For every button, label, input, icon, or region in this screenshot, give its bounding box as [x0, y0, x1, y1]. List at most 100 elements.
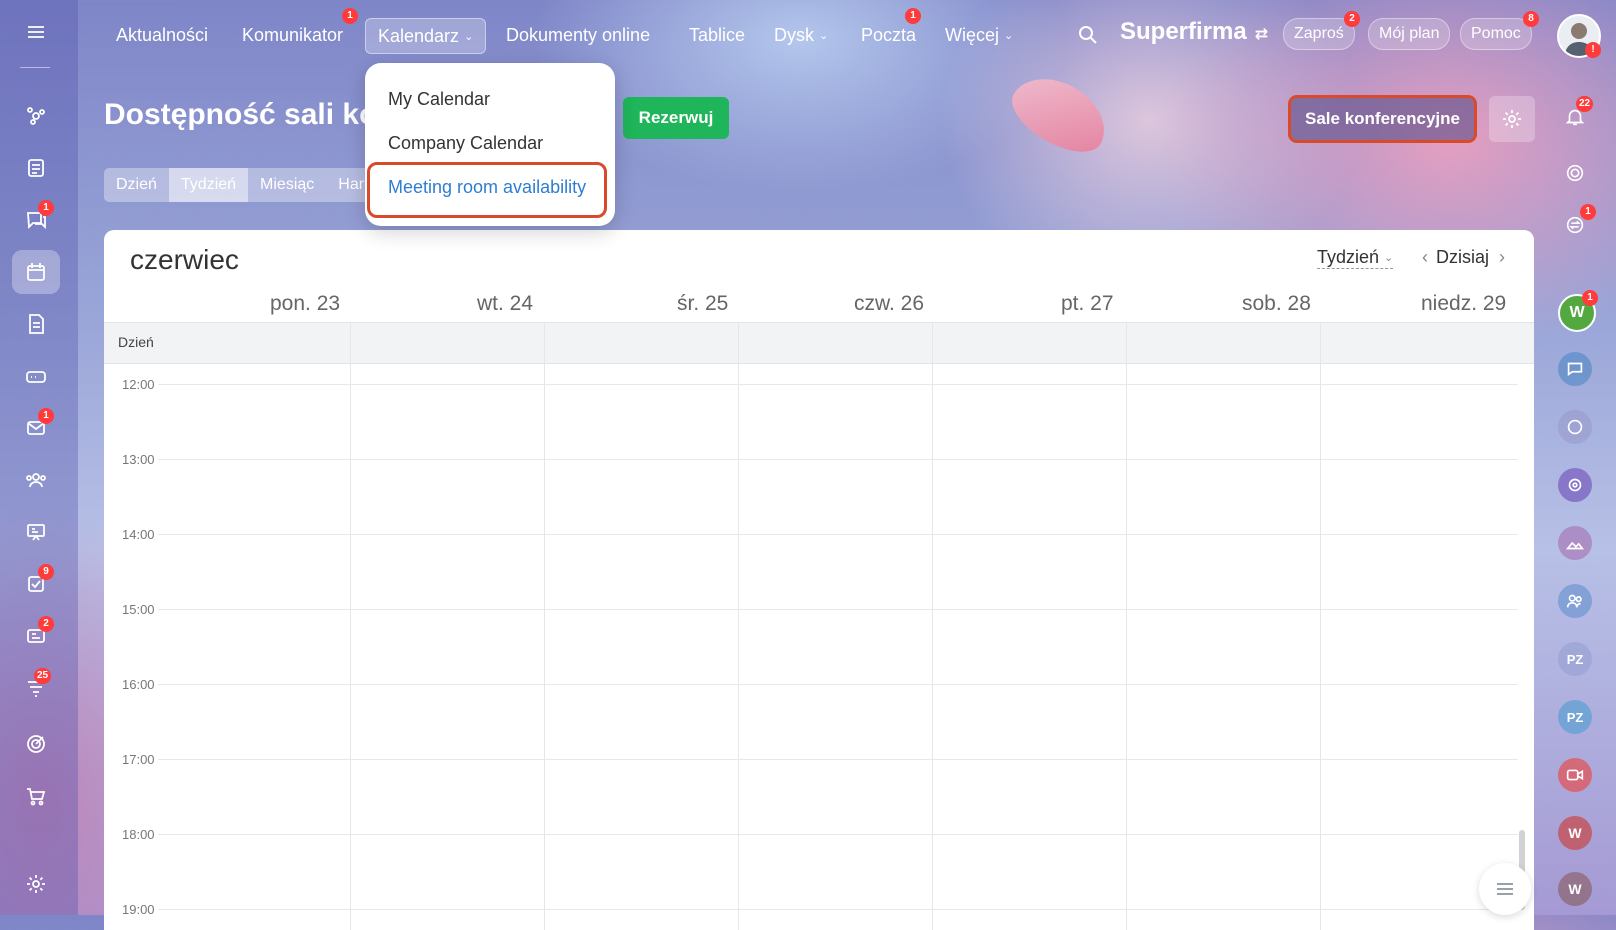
- day-column-divider: [350, 322, 351, 930]
- crm-icon[interactable]: 2: [12, 614, 60, 658]
- day-header[interactable]: pt. 27: [1061, 292, 1114, 316]
- nav-aktualnosci[interactable]: Aktualności: [104, 18, 220, 52]
- nav-dokumenty[interactable]: Dokumenty online: [494, 18, 662, 52]
- presentation-icon[interactable]: [12, 510, 60, 554]
- user-pz-avatar[interactable]: PZ: [1558, 700, 1592, 734]
- view-select[interactable]: Tydzień ⌄: [1317, 247, 1394, 269]
- target-icon[interactable]: [12, 722, 60, 766]
- day-header[interactable]: wt. 24: [477, 292, 533, 316]
- user-w-avatar[interactable]: W: [1558, 872, 1592, 906]
- nav-label: Dysk: [774, 25, 814, 45]
- mail-icon[interactable]: 1: [12, 406, 60, 450]
- menu-icon[interactable]: [12, 10, 60, 54]
- notifications-badge: 22: [1576, 96, 1594, 112]
- help-button[interactable]: Pomoc 8: [1460, 11, 1539, 50]
- news-icon[interactable]: [12, 146, 60, 190]
- nav-label: Poczta: [861, 25, 917, 45]
- chat-icon[interactable]: 1: [12, 198, 60, 242]
- notifications-icon[interactable]: 22: [1558, 96, 1594, 134]
- chevron-down-icon: ⌄: [1004, 30, 1014, 42]
- nav-komunikator[interactable]: Komunikator 1: [230, 8, 358, 52]
- tasks-icon[interactable]: 9: [12, 562, 60, 606]
- hour-line: [158, 534, 1518, 535]
- conference-rooms-button[interactable]: Sale konferencyjne: [1291, 98, 1474, 140]
- menu-item-my-calendar[interactable]: My Calendar: [388, 89, 490, 110]
- calendar-icon[interactable]: [12, 250, 60, 294]
- group-chat-icon[interactable]: [1558, 352, 1592, 386]
- avatar-initial: PZ: [1566, 651, 1584, 667]
- tab-miesiac[interactable]: Miesiąc: [248, 168, 326, 202]
- settings-gear-button[interactable]: [1489, 96, 1535, 142]
- day-header[interactable]: sob. 28: [1242, 292, 1311, 316]
- tasks-badge: 9: [38, 564, 54, 580]
- list-view-button[interactable]: [1479, 863, 1531, 915]
- nav-label: Komunikator: [242, 25, 344, 45]
- poczta-badge: 1: [905, 8, 921, 24]
- today-button[interactable]: Dzisiaj: [1436, 247, 1489, 267]
- nav-dysk[interactable]: Dysk ⌄: [762, 18, 840, 52]
- chevron-left-icon[interactable]: ‹: [1422, 247, 1428, 267]
- nav-kalendarz[interactable]: Kalendarz ⌄: [365, 18, 487, 54]
- feed-icon[interactable]: [12, 94, 60, 138]
- invite-label: Zaproś: [1294, 25, 1344, 42]
- hour-line: [158, 684, 1518, 685]
- chevron-right-icon[interactable]: ›: [1499, 247, 1505, 267]
- users-group-icon[interactable]: [1558, 584, 1592, 618]
- hour-label: 17:00: [122, 752, 155, 767]
- allday-label: Dzień: [118, 334, 154, 350]
- mail-badge: 1: [38, 408, 54, 424]
- tab-tydzien[interactable]: Tydzień: [168, 168, 249, 202]
- documents-icon[interactable]: [12, 302, 60, 346]
- nav-poczta[interactable]: Poczta 1: [849, 8, 928, 52]
- funnel-badge: 25: [34, 668, 52, 684]
- menu-item-company-calendar[interactable]: Company Calendar: [388, 133, 543, 154]
- nav-wiecej[interactable]: Więcej ⌄: [933, 18, 1025, 52]
- hour-line: [158, 609, 1518, 610]
- day-header[interactable]: czw. 26: [854, 292, 924, 316]
- employees-icon[interactable]: [12, 458, 60, 502]
- background-petal: [1001, 63, 1119, 165]
- day-column-divider: [738, 322, 739, 930]
- hour-label: 16:00: [122, 677, 155, 692]
- menu-item-meeting-room-availability[interactable]: Meeting room availability: [388, 177, 586, 198]
- calendar-dropdown-menu: My Calendar Company Calendar Meeting roo…: [365, 63, 615, 226]
- company-name[interactable]: Superfirma ⇄: [1120, 18, 1268, 46]
- chat-badge: 1: [38, 200, 54, 216]
- search-icon[interactable]: [1076, 23, 1100, 47]
- workgroup-icon[interactable]: [1558, 410, 1592, 444]
- day-column-divider: [932, 322, 933, 930]
- shop-cart-icon[interactable]: [12, 774, 60, 818]
- avatar-initial: W: [1569, 304, 1585, 321]
- video-call-icon[interactable]: [1558, 758, 1592, 792]
- user-w-avatar[interactable]: W: [1558, 816, 1592, 850]
- avatar-initial: PZ: [1566, 709, 1584, 725]
- user-pz-avatar[interactable]: PZ: [1558, 642, 1592, 676]
- nav-label: Aktualności: [116, 25, 209, 45]
- day-header[interactable]: śr. 25: [677, 292, 728, 316]
- my-plan-button[interactable]: Mój plan: [1368, 18, 1451, 50]
- left-sidebar: 1 1 9 2 25: [0, 0, 78, 915]
- open-channel-icon[interactable]: [1558, 468, 1592, 502]
- hour-label: 15:00: [122, 602, 155, 617]
- user-w-avatar[interactable]: W 1: [1558, 290, 1598, 332]
- day-column-divider: [1126, 322, 1127, 930]
- chat-sync-icon[interactable]: 1: [1558, 204, 1596, 242]
- hour-line: [158, 459, 1518, 460]
- day-header[interactable]: pon. 23: [270, 292, 340, 316]
- image-chat-avatar[interactable]: [1558, 526, 1592, 560]
- nav-label: Kalendarz: [378, 26, 460, 46]
- day-header[interactable]: niedz. 29: [1421, 292, 1506, 316]
- funnel-icon[interactable]: 25: [12, 666, 60, 710]
- reserve-button[interactable]: Rezerwuj: [623, 97, 729, 139]
- nav-label: Tablice: [689, 25, 746, 45]
- sidebar-divider: [20, 67, 50, 68]
- invite-badge: 2: [1344, 11, 1360, 27]
- activity-icon[interactable]: [1558, 156, 1592, 190]
- day-column-divider: [544, 322, 545, 930]
- nav-tablice[interactable]: Tablice: [677, 18, 757, 52]
- day-column-divider: [1320, 322, 1321, 930]
- drive-icon[interactable]: [12, 354, 60, 398]
- tab-dzien[interactable]: Dzień: [104, 168, 169, 202]
- settings-icon[interactable]: [12, 862, 60, 906]
- invite-button[interactable]: Zaproś 2: [1283, 11, 1360, 50]
